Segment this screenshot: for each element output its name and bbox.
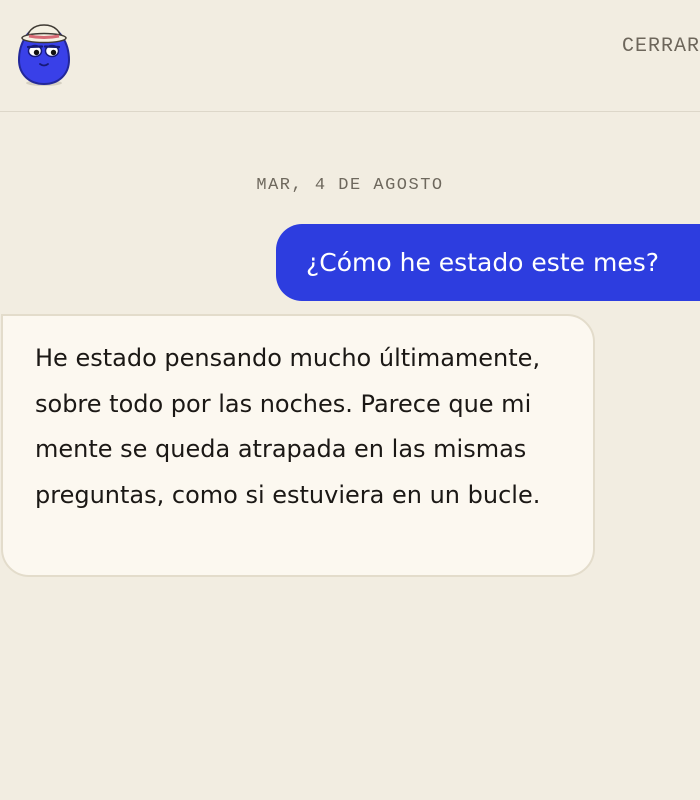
date-separator: MAR, 4 DE AGOSTO (256, 176, 444, 195)
app-header: CERRAR (0, 0, 700, 112)
assistant-message-bubble: He estado pensando mucho últimamente, so… (1, 314, 595, 577)
user-message-bubble: ¿Cómo he estado este mes? (276, 224, 700, 301)
chat-thread: MAR, 4 DE AGOSTO ¿Cómo he estado este me… (0, 113, 700, 800)
close-button[interactable]: CERRAR (622, 34, 700, 58)
blue-egg-mascot-with-hat-icon (17, 24, 71, 86)
mascot-avatar (14, 12, 74, 88)
